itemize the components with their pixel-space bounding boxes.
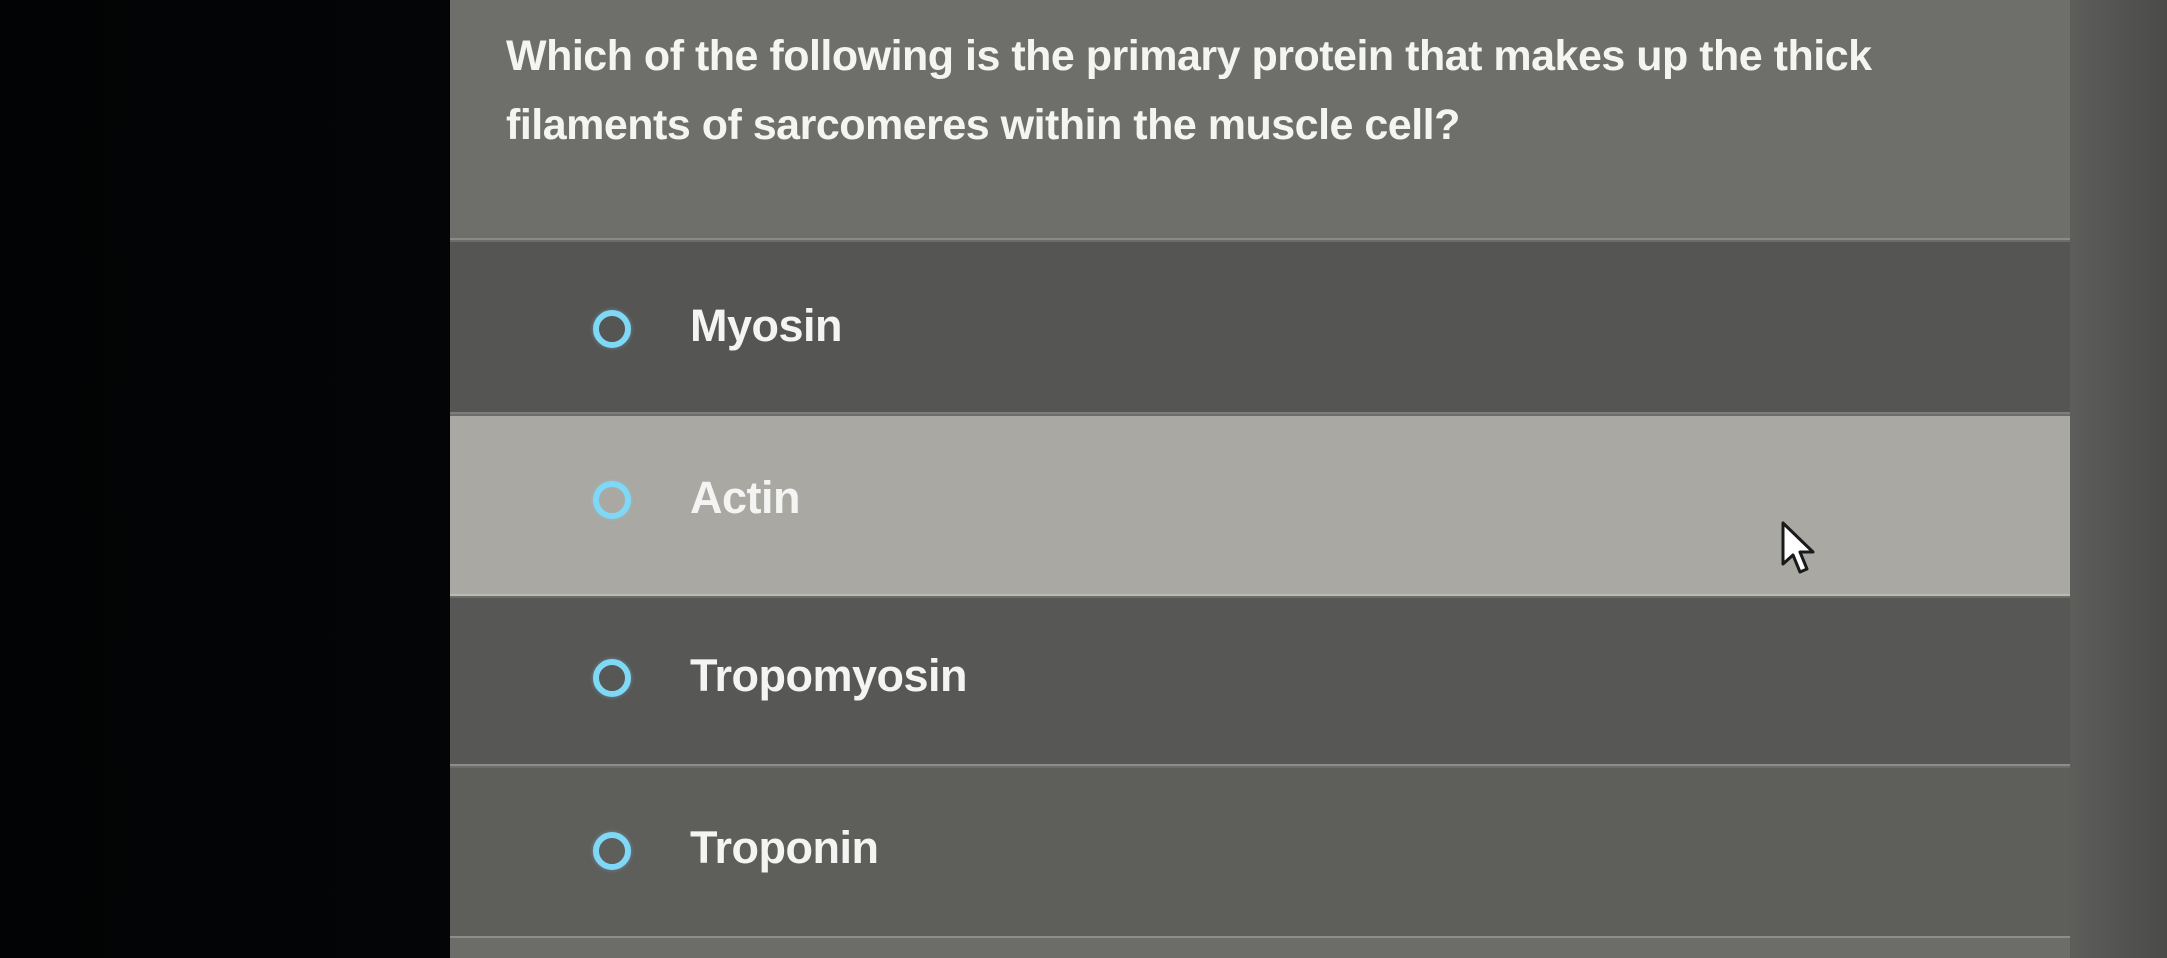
- answer-option-troponin[interactable]: Troponin: [450, 768, 2070, 938]
- radio-unchecked-icon[interactable]: [593, 659, 631, 697]
- answer-option-label: Actin: [690, 472, 801, 523]
- answer-option-label: Tropomyosin: [690, 650, 968, 701]
- radio-unchecked-icon[interactable]: [593, 481, 631, 519]
- answer-option-myosin[interactable]: Myosin: [450, 242, 2070, 414]
- answer-option-actin[interactable]: Actin: [450, 416, 2070, 596]
- answer-option-label: Troponin: [690, 822, 879, 873]
- question-text: Which of the following is the primary pr…: [506, 32, 1872, 149]
- screen: Which of the following is the primary pr…: [0, 0, 2167, 958]
- answer-option-label: Myosin: [690, 300, 843, 351]
- question-header: Which of the following is the primary pr…: [450, 0, 2070, 240]
- radio-unchecked-icon[interactable]: [593, 310, 631, 348]
- window-edge: [2070, 0, 2167, 958]
- radio-unchecked-icon[interactable]: [593, 832, 631, 870]
- quiz-panel: Which of the following is the primary pr…: [450, 0, 2070, 958]
- mouse-pointer-icon: [1781, 521, 1815, 574]
- answer-option-tropomyosin[interactable]: Tropomyosin: [450, 598, 2070, 766]
